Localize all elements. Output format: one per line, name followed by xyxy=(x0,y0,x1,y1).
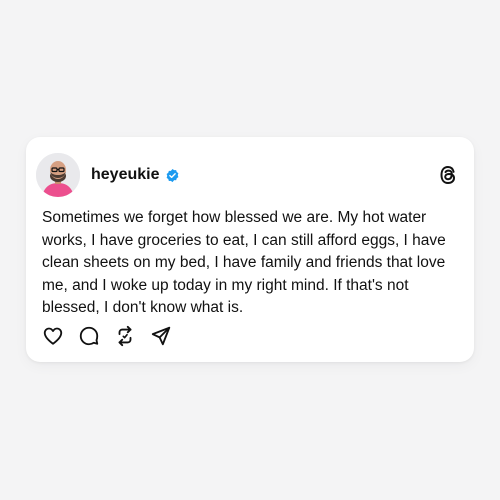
verified-badge-icon xyxy=(167,168,179,182)
post-card: heyeukie Sometimes we forget how blessed… xyxy=(26,137,474,362)
repost-icon xyxy=(118,325,132,347)
comment-button[interactable] xyxy=(78,325,100,347)
like-button[interactable] xyxy=(42,325,64,347)
heart-icon xyxy=(43,327,63,345)
avatar[interactable] xyxy=(36,153,80,197)
post-actions xyxy=(42,325,172,347)
username-row: heyeukie xyxy=(91,166,180,184)
comment-icon xyxy=(79,326,99,346)
username[interactable]: heyeukie xyxy=(91,166,159,184)
repost-button[interactable] xyxy=(114,325,136,347)
threads-logo-icon xyxy=(436,163,460,187)
share-icon xyxy=(151,326,171,346)
post-text: Sometimes we forget how blessed we are. … xyxy=(42,209,446,316)
share-button[interactable] xyxy=(150,325,172,347)
